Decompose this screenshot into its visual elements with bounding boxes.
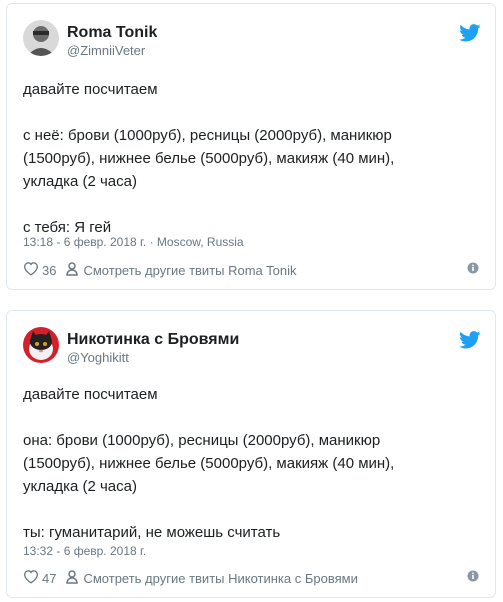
twitter-bird-icon[interactable] — [459, 331, 481, 351]
twitter-bird-icon[interactable] — [459, 24, 481, 44]
info-icon[interactable] — [467, 262, 479, 277]
more-tweets-label: Смотреть другие твиты Никотинка с Бровям… — [83, 570, 358, 586]
avatar[interactable] — [23, 327, 59, 363]
heart-icon — [23, 261, 42, 279]
more-tweets-link[interactable]: Смотреть другие твиты Никотинка с Бровям… — [66, 569, 358, 587]
tweet-card: Roma Tonik @ZimniiVeter давайте посчитае… — [6, 3, 496, 290]
tweet-text: давайте посчитаем она: брови (1000руб), … — [23, 386, 395, 541]
author-handle[interactable]: @Yoghikitt — [67, 350, 129, 366]
tweet-timestamp[interactable]: 13:32 - 6 февр. 2018 г. — [23, 543, 146, 559]
like-button[interactable]: 47 — [23, 569, 56, 587]
person-icon — [66, 569, 83, 587]
tweet-actions: 36 Смотреть другие твиты Roma Tonik — [23, 260, 479, 280]
author-name[interactable]: Никотинка с Бровями — [67, 331, 239, 349]
tweet-text: давайте посчитаем с неё: брови (1000руб)… — [23, 81, 395, 236]
person-icon — [66, 261, 83, 279]
info-icon[interactable] — [467, 570, 479, 585]
like-button[interactable]: 36 — [23, 261, 56, 279]
like-count: 36 — [42, 262, 57, 278]
like-count: 47 — [42, 570, 57, 586]
author-name[interactable]: Roma Tonik — [67, 24, 157, 42]
more-tweets-link[interactable]: Смотреть другие твиты Roma Tonik — [66, 261, 297, 279]
heart-icon — [23, 569, 42, 587]
tweet-card: Никотинка с Бровями @Yoghikitt давайте п… — [6, 310, 496, 598]
author-handle[interactable]: @ZimniiVeter — [67, 43, 145, 59]
tweet-timestamp[interactable]: 13:18 - 6 февр. 2018 г. · Moscow, Russia — [23, 234, 244, 250]
tweet-actions: 47 Смотреть другие твиты Никотинка с Бро… — [23, 568, 479, 588]
more-tweets-label: Смотреть другие твиты Roma Tonik — [83, 262, 297, 278]
avatar[interactable] — [23, 20, 59, 56]
